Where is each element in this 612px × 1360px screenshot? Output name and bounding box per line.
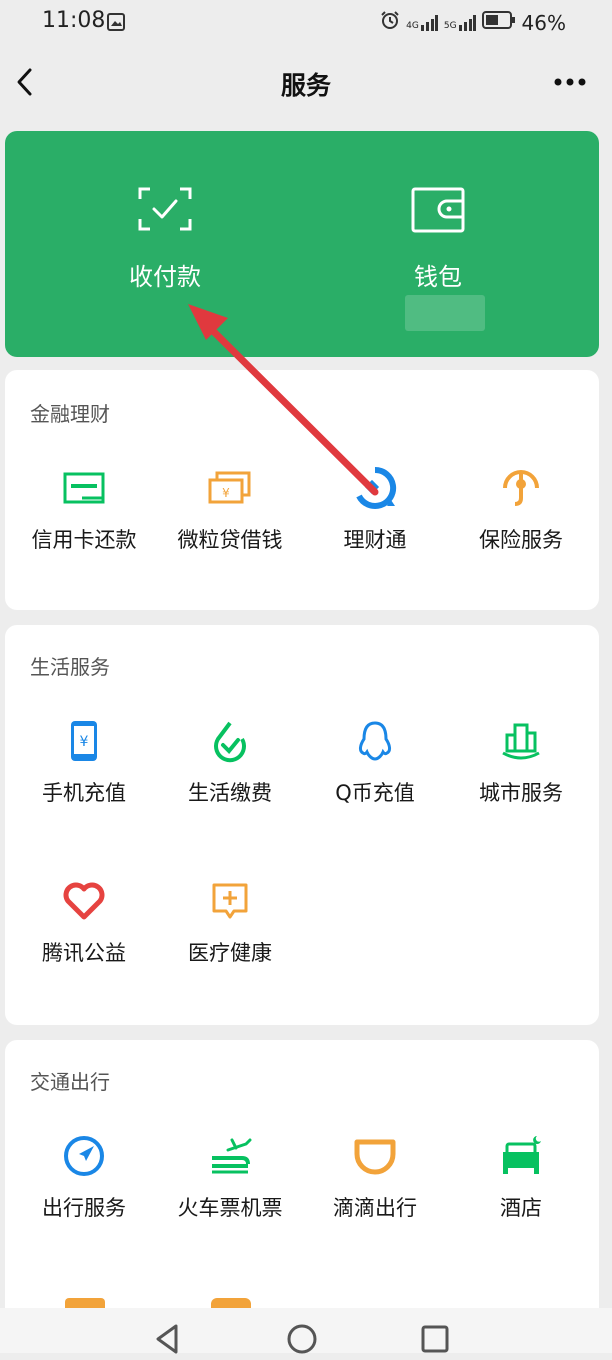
travel-section: 交通出行 出行服务 火车票机票 滴滴出行 酒店 xyxy=(5,1040,599,1340)
grid-item-medical[interactable]: 医疗健康 xyxy=(156,879,304,967)
grid-item-city-service[interactable]: 城市服务 xyxy=(447,719,595,807)
finance-section: 金融理财 信用卡还款 ¥ 微粒贷借钱 理财通 保险服务 xyxy=(5,370,599,610)
alarm-icon xyxy=(380,10,400,35)
section-title: 生活服务 xyxy=(30,655,110,679)
medical-icon xyxy=(156,879,304,923)
hero-item-label: 收付款 xyxy=(129,263,201,291)
train-plane-icon xyxy=(156,1134,304,1178)
phone-recharge-icon: ¥ xyxy=(10,719,158,763)
signal-4g-label: 4G xyxy=(406,20,419,31)
grid-item-label: 火车票机票 xyxy=(177,1196,283,1220)
loan-icon: ¥ xyxy=(156,466,304,510)
grid-item-label: 城市服务 xyxy=(479,781,563,805)
hotel-icon xyxy=(447,1134,595,1178)
nav-home-button[interactable] xyxy=(285,1322,319,1360)
grid-item-didi[interactable]: 滴滴出行 xyxy=(301,1134,449,1222)
triangle-back-icon xyxy=(156,1324,178,1354)
scan-pay-icon xyxy=(138,187,192,235)
section-title: 金融理财 xyxy=(30,402,110,426)
travel-compass-icon xyxy=(10,1134,158,1178)
charity-icon xyxy=(10,879,158,923)
city-service-icon xyxy=(447,719,595,763)
status-indicators: 4G 5G 46% xyxy=(380,10,566,35)
grid-item-label: 保险服务 xyxy=(479,528,563,552)
status-bar: 11:08 4G 5G 46% xyxy=(0,0,612,48)
grid-item-label: 滴滴出行 xyxy=(333,1196,417,1220)
battery-percent: 46% xyxy=(521,10,566,35)
hero-item-label: 钱包 xyxy=(414,263,462,291)
grid-item-insurance[interactable]: 保险服务 xyxy=(447,466,595,554)
system-navigation-bar xyxy=(0,1308,612,1354)
nav-back-button[interactable] xyxy=(150,1322,184,1360)
grid-item-label: 微粒贷借钱 xyxy=(177,528,283,552)
grid-item-label: 信用卡还款 xyxy=(31,528,137,552)
grid-item-label: Q币充值 xyxy=(335,781,415,805)
more-button[interactable] xyxy=(550,70,590,94)
grid-item-label: 生活缴费 xyxy=(188,781,272,805)
image-notification-icon xyxy=(107,13,125,35)
grid-item-phone-recharge[interactable]: ¥ 手机充值 xyxy=(10,719,158,807)
signal-5g-icon: 5G xyxy=(443,14,476,31)
grid-item-qq-coin[interactable]: Q币充值 xyxy=(301,719,449,807)
grid-item-train-plane[interactable]: 火车票机票 xyxy=(156,1134,304,1222)
grid-item-travel-service[interactable]: 出行服务 xyxy=(10,1134,158,1222)
nav-bar: 服务 xyxy=(0,48,612,120)
grid-item-loan[interactable]: ¥ 微粒贷借钱 xyxy=(156,466,304,554)
grid-item-label: 理财通 xyxy=(343,528,407,552)
grid-item-utility-pay[interactable]: 生活缴费 xyxy=(156,719,304,807)
svg-text:¥: ¥ xyxy=(80,734,89,750)
life-services-section: 生活服务 ¥ 手机充值 生活缴费 Q币充值 城市服务 腾讯公益 医疗健康 xyxy=(5,625,599,1025)
battery-icon xyxy=(481,10,516,35)
credit-card-icon xyxy=(10,466,158,510)
page-title: 服务 xyxy=(280,71,331,100)
grid-item-hotel[interactable]: 酒店 xyxy=(447,1134,595,1222)
grid-item-label: 酒店 xyxy=(500,1196,542,1220)
square-recents-icon xyxy=(421,1325,449,1353)
more-dots-icon xyxy=(554,78,586,86)
blurred-balance xyxy=(405,295,485,331)
wallet-hero-card: 收付款 钱包 xyxy=(5,131,599,357)
grid-item-label: 手机充值 xyxy=(42,781,126,805)
circle-home-icon xyxy=(287,1324,317,1354)
licaitong-icon xyxy=(301,466,449,510)
qq-coin-icon xyxy=(301,719,449,763)
insurance-icon xyxy=(447,466,595,510)
nav-recents-button[interactable] xyxy=(418,1322,452,1360)
status-time: 11:08 xyxy=(42,8,106,33)
hero-item-receive-pay[interactable]: 收付款 xyxy=(65,131,265,357)
utility-pay-icon xyxy=(156,719,304,763)
svg-text:¥: ¥ xyxy=(222,486,230,500)
signal-4g-icon: 4G xyxy=(406,14,438,31)
grid-item-charity[interactable]: 腾讯公益 xyxy=(10,879,158,967)
grid-item-licaitong[interactable]: 理财通 xyxy=(301,466,449,554)
grid-item-label: 出行服务 xyxy=(42,1196,126,1220)
signal-5g-label: 5G xyxy=(443,20,457,31)
grid-item-label: 医疗健康 xyxy=(188,941,272,965)
grid-item-label: 腾讯公益 xyxy=(42,941,126,965)
wallet-icon xyxy=(411,187,465,237)
didi-icon xyxy=(301,1134,449,1178)
grid-item-credit-card-repay[interactable]: 信用卡还款 xyxy=(10,466,158,554)
section-title: 交通出行 xyxy=(30,1070,110,1094)
